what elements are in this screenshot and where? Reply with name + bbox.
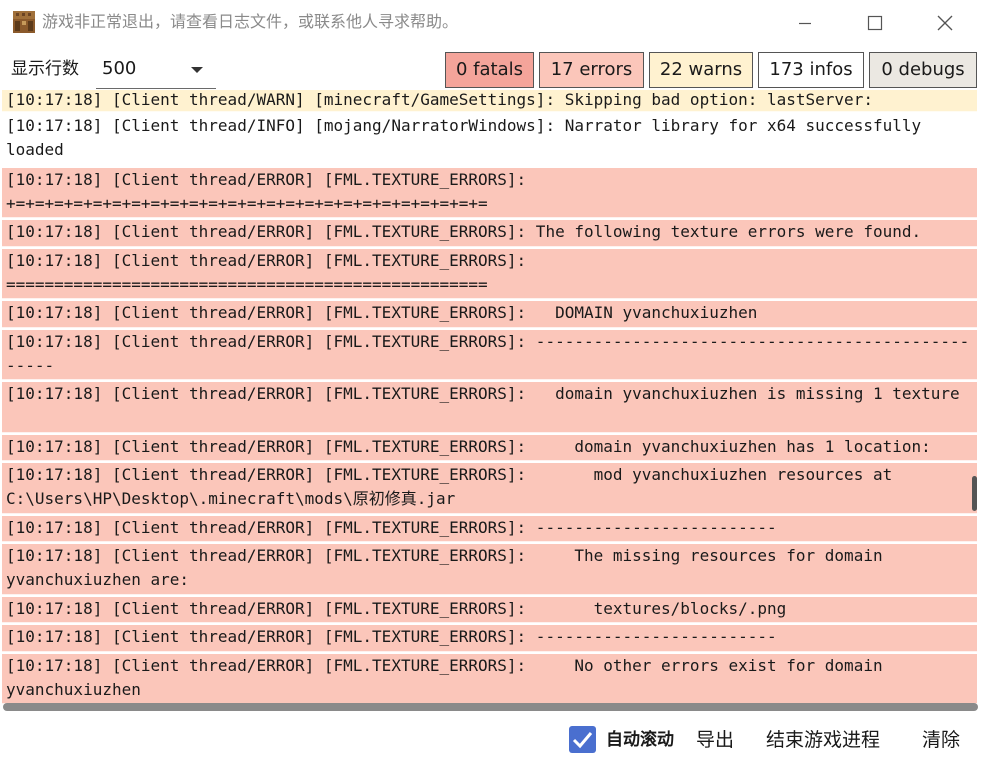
log-entry: [10:17:18] [Client thread/ERROR] [FML.TE…: [2, 516, 977, 542]
filter-debugs-button[interactable]: 0 debugs: [869, 52, 977, 88]
log-entry: [10:17:18] [Client thread/ERROR] [FML.TE…: [2, 220, 977, 247]
export-button[interactable]: 导出: [696, 727, 734, 753]
filter-warns-button[interactable]: 22 warns: [649, 52, 753, 88]
log-entry: [10:17:18] [Client thread/ERROR] [FML.TE…: [2, 654, 977, 704]
window-title: 游戏非正常退出，请查看日志文件，或联系他人寻求帮助。: [42, 12, 459, 31]
checkmark-icon: [572, 732, 593, 749]
autoscroll-checkbox[interactable]: [569, 726, 596, 753]
log-entry: [10:17:18] [Client thread/ERROR] [FML.TE…: [2, 301, 977, 328]
crafting-table-icon: [12, 10, 36, 34]
log-entry: [10:17:18] [Client thread/ERROR] [FML.TE…: [2, 168, 977, 218]
log-entry: [10:17:18] [Client thread/ERROR] [FML.TE…: [2, 382, 977, 433]
log-entry: [10:17:18] [Client thread/INFO] [mojang/…: [2, 114, 977, 166]
filter-errors-button[interactable]: 17 errors: [539, 52, 644, 88]
rows-count-select[interactable]: 500: [96, 51, 216, 89]
close-button[interactable]: [910, 0, 980, 46]
log-entry: [10:17:18] [Client thread/ERROR] [FML.TE…: [2, 249, 977, 299]
clear-button[interactable]: 清除: [922, 727, 960, 753]
log-entry: [10:17:18] [Client thread/ERROR] [FML.TE…: [2, 435, 977, 461]
filter-fatals-button[interactable]: 0 fatals: [445, 52, 534, 88]
log-entry: [10:17:18] [Client thread/ERROR] [FML.TE…: [2, 330, 977, 380]
toolbar: 显示行数 500 0 fatals 17 errors 22 warns 173…: [0, 46, 982, 90]
autoscroll-label[interactable]: 自动滚动: [606, 728, 674, 752]
maximize-icon: [867, 15, 883, 31]
title-bar: 游戏非正常退出，请查看日志文件，或联系他人寻求帮助。: [0, 0, 982, 46]
maximize-button[interactable]: [840, 0, 910, 46]
filter-infos-button[interactable]: 173 infos: [758, 52, 864, 88]
minimize-icon: [799, 22, 811, 25]
log-entry: [10:17:18] [Client thread/ERROR] [FML.TE…: [2, 544, 977, 595]
vertical-scrollbar-thumb[interactable]: [972, 476, 977, 511]
horizontal-scrollbar[interactable]: [3, 703, 978, 711]
bottom-bar: 自动滚动 导出 结束游戏进程 清除: [0, 712, 982, 766]
log-entry: [10:17:18] [Client thread/WARN] [minecra…: [2, 90, 977, 112]
kill-game-process-button[interactable]: 结束游戏进程: [766, 727, 880, 753]
log-entry: [10:17:18] [Client thread/ERROR] [FML.TE…: [2, 597, 977, 623]
log-list[interactable]: [10:17:18] [Client thread/WARN] [minecra…: [0, 90, 982, 704]
rows-count-value: 500: [102, 58, 137, 79]
log-entry: [10:17:18] [Client thread/ERROR] [FML.TE…: [2, 625, 977, 652]
chevron-down-icon: [191, 67, 203, 73]
close-icon: [937, 15, 953, 31]
minimize-button[interactable]: [770, 0, 840, 46]
rows-label: 显示行数: [11, 59, 79, 79]
log-entry: [10:17:18] [Client thread/ERROR] [FML.TE…: [2, 463, 977, 514]
